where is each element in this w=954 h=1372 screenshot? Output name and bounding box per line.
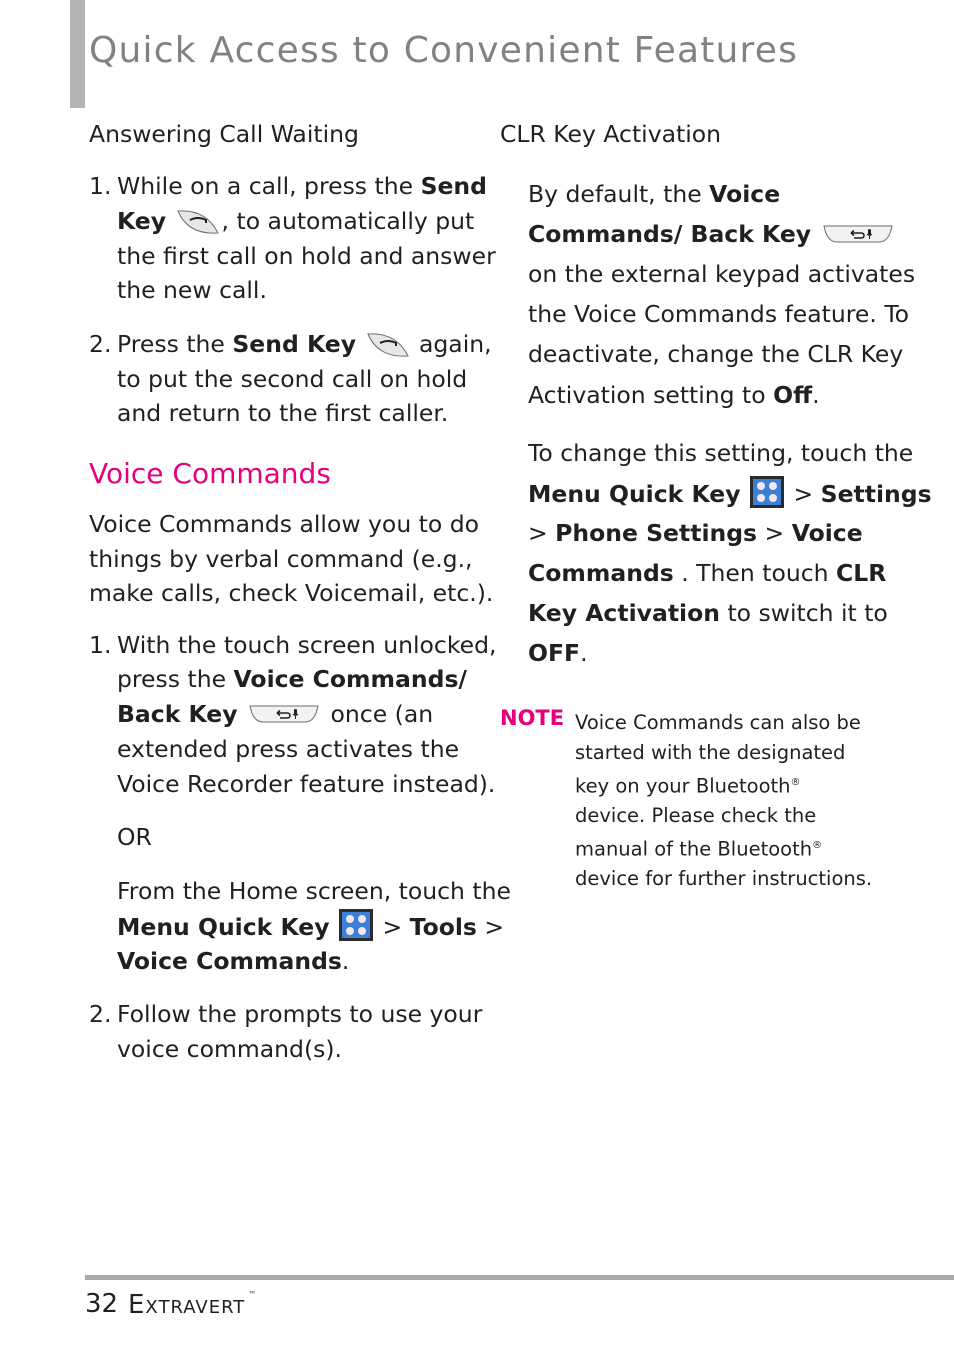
step-number: 1. (89, 172, 112, 200)
paragraph-text: Activation setting to Off. (528, 381, 820, 409)
footer-rule (85, 1275, 954, 1280)
paragraph-text: Commands . Then touch CLR (528, 559, 887, 587)
step-number: 2. (89, 330, 112, 358)
step-text: Menu Quick Key > Tools > (117, 909, 504, 944)
step-text: and return to the first caller. (117, 399, 449, 427)
note-text: Voice Commands can also be started with … (575, 711, 873, 890)
step-text: While on a call, press the Send (117, 172, 487, 200)
paragraph-text: the Voice Commands feature. To (528, 300, 910, 328)
voice-commands-back-key-icon (822, 225, 893, 243)
paragraph-text: on the external keypad activates (528, 260, 916, 288)
trademark-mark: ™ (248, 1290, 258, 1299)
step-text: From the Home screen, touch the (117, 877, 511, 905)
paragraph-text: Key Activation to switch it to (528, 599, 888, 627)
step-text: Press the Send Key again, (117, 330, 492, 358)
send-key-icon (366, 333, 409, 357)
menu-quick-key-icon (339, 909, 374, 941)
brand-name: Extravert ™ (128, 1290, 258, 1320)
subheading-answering-call-waiting: Answering Call Waiting (89, 120, 359, 148)
page-title: Quick Access to Convenient Features (89, 30, 799, 71)
voice-commands-back-key-icon (249, 705, 319, 723)
intro-text: make calls, check Voicemail, etc.). (89, 579, 494, 607)
paragraph-text: Menu Quick Key > Settings (528, 476, 932, 511)
step-text: the first call on hold and answer (117, 242, 496, 270)
paragraph-text: Commands/ Back Key (528, 217, 897, 251)
step-text: Back Key once (an (117, 700, 434, 728)
step-text: press the Voice Commands/ (117, 665, 468, 693)
intro-text: things by verbal command (e.g., (89, 545, 473, 573)
note-label: NOTE (500, 706, 565, 730)
step-number: 1. (89, 631, 112, 659)
paragraph-text: To change this setting, touch the (528, 439, 914, 467)
step-text: Voice Recorder feature instead). (117, 770, 496, 798)
section-heading-voice-commands: Voice Commands (89, 457, 331, 490)
paragraph-text: OFF. (528, 639, 588, 667)
intro-text: Voice Commands allow you to do (89, 510, 480, 538)
step-number: 2. (89, 1000, 112, 1028)
paragraph-text: > Phone Settings > Voice (528, 519, 863, 547)
step-text: Key , to automatically put (117, 207, 475, 235)
step-text: Voice Commands. (117, 947, 350, 975)
step-text: voice command(s). (117, 1035, 343, 1063)
step-text: the new call. (117, 276, 267, 304)
paragraph-text: deactivate, change the CLR Key (528, 340, 904, 368)
paragraph-text: By default, the Voice (528, 180, 781, 208)
menu-quick-key-icon (750, 476, 785, 508)
step-text: extended press activates the (117, 735, 460, 763)
send-key-icon (176, 210, 219, 234)
header-side-bar (70, 0, 85, 108)
step-text: to put the second call on hold (117, 365, 468, 393)
step-text: With the touch screen unlocked, (117, 631, 497, 659)
page-number: 32 (85, 1289, 119, 1319)
or-separator: OR (117, 823, 152, 851)
step-text: Follow the prompts to use your (117, 1000, 483, 1028)
subheading-clr-key-activation: CLR Key Activation (500, 120, 722, 148)
